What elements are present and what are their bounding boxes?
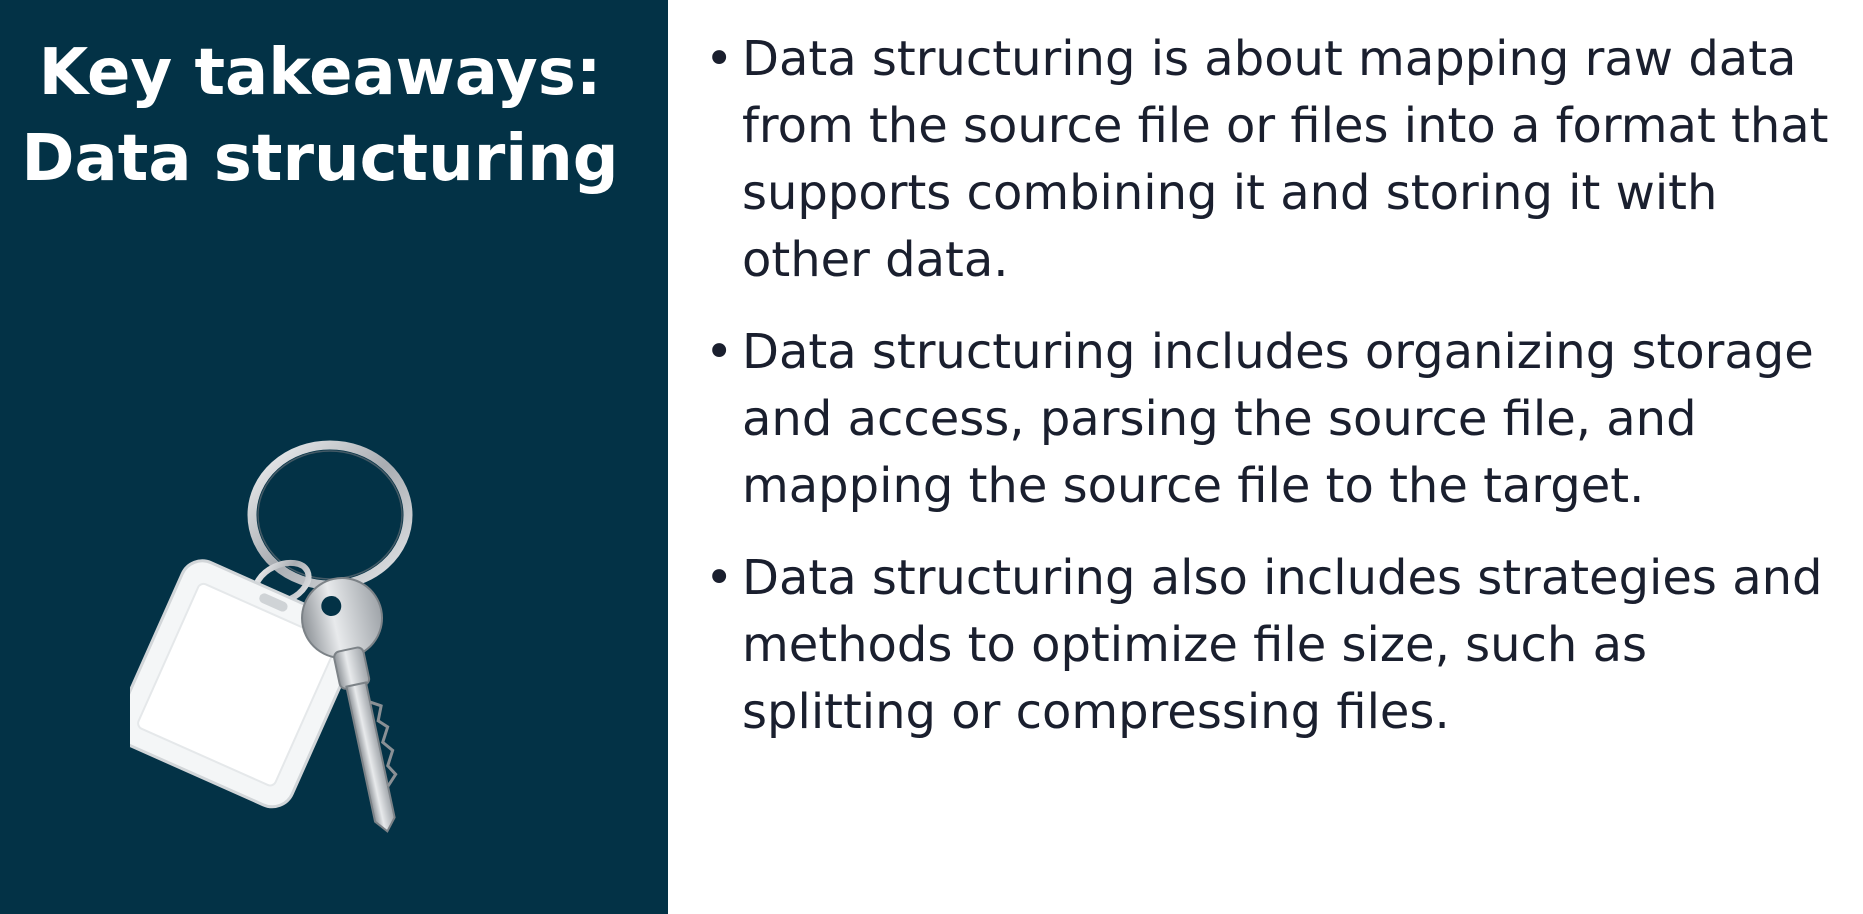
slide: Key takeaways: Data structuring • Data s… bbox=[0, 0, 1863, 914]
slide-title: Key takeaways: Data structuring bbox=[0, 30, 640, 202]
slide-title-line-2: Data structuring bbox=[21, 122, 619, 196]
bullet-marker: • bbox=[705, 324, 734, 380]
keychain-icon bbox=[130, 440, 413, 833]
takeaways-list: • Data structuring is about mapping raw … bbox=[705, 26, 1845, 771]
list-item: • Data structuring also includes strateg… bbox=[705, 545, 1845, 746]
list-item: • Data structuring includes organizing s… bbox=[705, 319, 1845, 520]
slide-title-line-1: Key takeaways: bbox=[38, 36, 602, 110]
bullet-marker: • bbox=[705, 31, 734, 87]
bullet-text: Data structuring is about mapping raw da… bbox=[742, 31, 1829, 288]
bullet-marker: • bbox=[705, 550, 734, 606]
bullet-text: Data structuring includes organizing sto… bbox=[742, 324, 1814, 514]
list-item: • Data structuring is about mapping raw … bbox=[705, 26, 1845, 294]
bullet-text: Data structuring also includes strategie… bbox=[742, 550, 1823, 740]
title-panel: Key takeaways: Data structuring bbox=[0, 0, 668, 914]
